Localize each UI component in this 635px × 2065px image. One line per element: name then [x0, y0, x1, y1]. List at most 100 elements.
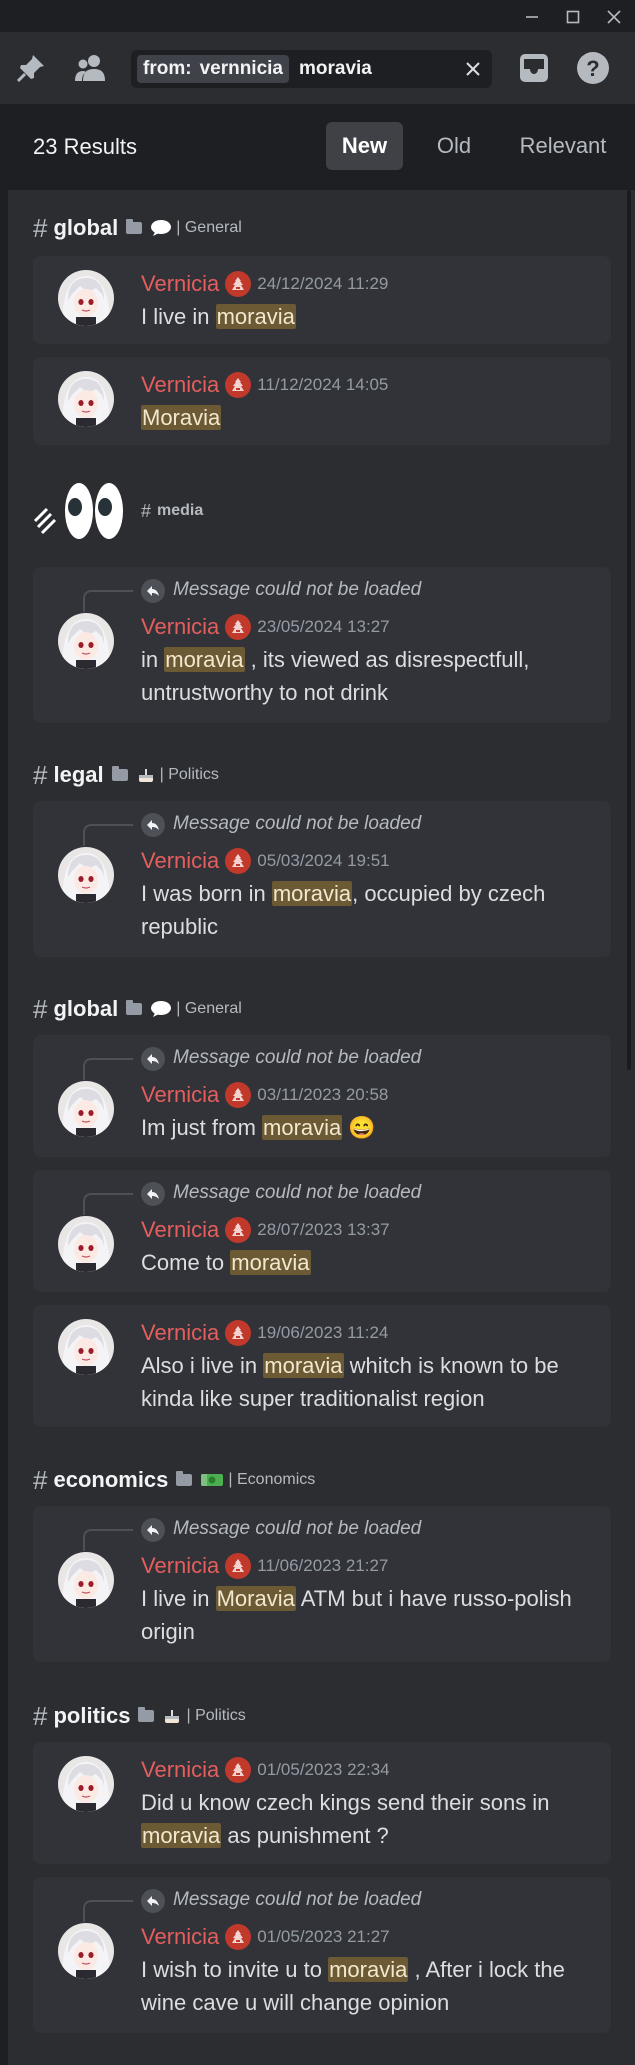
- channel-header[interactable]: # economics | Economics: [33, 1464, 315, 1496]
- sort-old-button[interactable]: Old: [419, 122, 489, 170]
- avatar[interactable]: [58, 1552, 114, 1608]
- search-result-card[interactable]: Message could not be loaded Vernicia 03/11…: [33, 1035, 611, 1157]
- role-badge-icon: [225, 1757, 252, 1783]
- channel-name: legal: [53, 762, 104, 787]
- maximize-icon[interactable]: [558, 4, 588, 30]
- left-rail: [0, 104, 8, 2065]
- reply-icon: [141, 1889, 165, 1913]
- channel-hash-icon: #: [33, 1464, 48, 1495]
- author-name[interactable]: Vernicia: [141, 848, 219, 874]
- avatar[interactable]: [58, 1923, 114, 1979]
- speech-balloon-icon: [150, 1000, 172, 1018]
- avatar[interactable]: [58, 1319, 114, 1375]
- search-result-card[interactable]: Vernicia 24/12/2024 11:29 I live in moravi…: [33, 256, 611, 344]
- members-icon[interactable]: [71, 49, 109, 87]
- author-name[interactable]: Vernicia: [141, 1217, 219, 1243]
- role-badge-icon: [225, 1924, 252, 1950]
- message-timestamp: 05/03/2024 19:51: [257, 851, 390, 870]
- author-name[interactable]: Vernicia: [141, 1924, 219, 1950]
- channel-header[interactable]: # global | General: [33, 993, 242, 1025]
- role-badge-icon: [225, 1320, 252, 1346]
- search-result-card[interactable]: Vernicia 19/06/2023 11:24 Also i live in m…: [33, 1305, 611, 1427]
- message-content: I live in Moravia ATM but i have russo-p…: [141, 1582, 596, 1648]
- message-text-before: I was born in: [141, 881, 272, 906]
- search-result-card[interactable]: Vernicia 01/05/2023 22:34 Did u know czech…: [33, 1742, 611, 1864]
- search-result-card[interactable]: Message could not be loaded Vernicia 05/03…: [33, 801, 611, 957]
- role-badge-icon: [225, 372, 252, 398]
- window-titlebar: [0, 0, 635, 32]
- close-window-icon[interactable]: [599, 4, 629, 30]
- message-text-before: I live in: [141, 304, 216, 329]
- channel-category: | Politics: [186, 1707, 246, 1724]
- search-highlight: moravia: [328, 1957, 409, 1982]
- avatar[interactable]: [58, 371, 114, 427]
- message-text-before: Come to: [141, 1250, 231, 1275]
- avatar[interactable]: [58, 1216, 114, 1272]
- message-timestamp: 19/06/2023 11:24: [257, 1323, 389, 1342]
- channel-category: | Politics: [159, 766, 219, 783]
- author-line: Vernicia 24/12/2024 11:29: [141, 270, 388, 298]
- message-content: I was born in moravia, occupied by czech…: [141, 877, 596, 943]
- author-name[interactable]: Vernicia: [141, 372, 219, 398]
- channel-header[interactable]: # legal | Politics: [33, 759, 219, 791]
- avatar[interactable]: [58, 613, 114, 669]
- author-name[interactable]: Vernicia: [141, 1553, 219, 1579]
- channel-header[interactable]: # media: [33, 481, 203, 541]
- author-line: Vernicia 01/05/2023 21:27: [141, 1923, 390, 1951]
- help-icon[interactable]: ?: [574, 49, 612, 87]
- avatar[interactable]: [58, 270, 114, 326]
- avatar[interactable]: [58, 1756, 114, 1812]
- author-line: Vernicia 03/11/2023 20:58: [141, 1081, 388, 1109]
- reply-connector: [83, 1529, 133, 1551]
- channel-header[interactable]: # politics | Politics: [33, 1700, 246, 1732]
- author-name[interactable]: Vernicia: [141, 1082, 219, 1108]
- avatar[interactable]: [58, 847, 114, 903]
- author-name[interactable]: Vernicia: [141, 271, 219, 297]
- clear-search-icon[interactable]: [460, 56, 486, 82]
- avatar[interactable]: [58, 1081, 114, 1137]
- author-name[interactable]: Vernicia: [141, 614, 219, 640]
- search-highlight: moravia: [164, 647, 245, 672]
- message-text-after: 😄: [342, 1115, 376, 1140]
- message-content: Moravia: [141, 401, 596, 434]
- sort-new-button[interactable]: New: [326, 122, 403, 170]
- author-name[interactable]: Vernicia: [141, 1320, 219, 1346]
- cake-icon: [162, 1706, 182, 1726]
- sort-relevant-button[interactable]: Relevant: [503, 122, 623, 170]
- channel-category: | Economics: [228, 1471, 316, 1488]
- minimize-icon[interactable]: [517, 4, 547, 30]
- filter-value: vernnicia: [199, 58, 283, 79]
- role-badge-icon: [225, 271, 252, 297]
- channel-name: global: [53, 215, 119, 240]
- search-result-card[interactable]: Message could not be loaded Vernicia 23/05…: [33, 567, 611, 723]
- pin-icon[interactable]: [12, 49, 50, 87]
- search-result-card[interactable]: Message could not be loaded Vernicia 01/05…: [33, 1877, 611, 2033]
- role-badge-icon: [225, 614, 252, 640]
- search-result-card[interactable]: Vernicia 11/12/2024 14:05 Moravia: [33, 357, 611, 445]
- channel-header[interactable]: # global | General: [33, 212, 242, 244]
- results-count: 23 Results: [33, 134, 137, 159]
- search-result-card[interactable]: Message could not be loaded Vernicia 11/06…: [33, 1506, 611, 1662]
- channel-custom-icon: [33, 481, 133, 541]
- reply-icon: [141, 1182, 165, 1206]
- search-result-card[interactable]: Message could not be loaded Vernicia 28/07…: [33, 1170, 611, 1292]
- reply-connector: [83, 1193, 133, 1215]
- message-content: in moravia , its viewed as disrespectful…: [141, 643, 596, 709]
- message-content: I wish to invite u to moravia , After i …: [141, 1953, 596, 2019]
- folder-icon: [126, 1000, 143, 1015]
- search-highlight: moravia: [141, 1823, 222, 1848]
- folder-icon: [111, 766, 128, 781]
- reply-unavailable-text: Message could not be loaded: [173, 579, 422, 600]
- results-scrollbar[interactable]: [627, 190, 631, 1070]
- search-input[interactable]: from: vernnicia moravia: [131, 50, 492, 88]
- message-text-before: I live in: [141, 1586, 216, 1611]
- search-highlight: moravia: [262, 1115, 343, 1140]
- search-highlight: moravia: [271, 881, 353, 906]
- search-highlight: moravia: [215, 304, 296, 329]
- author-name[interactable]: Vernicia: [141, 1757, 219, 1783]
- reply-connector: [83, 590, 133, 612]
- message-timestamp: 03/11/2023 20:58: [257, 1085, 389, 1104]
- search-filter-token[interactable]: from: vernnicia: [137, 55, 289, 83]
- inbox-icon[interactable]: [515, 49, 553, 87]
- money-icon: [200, 1471, 224, 1489]
